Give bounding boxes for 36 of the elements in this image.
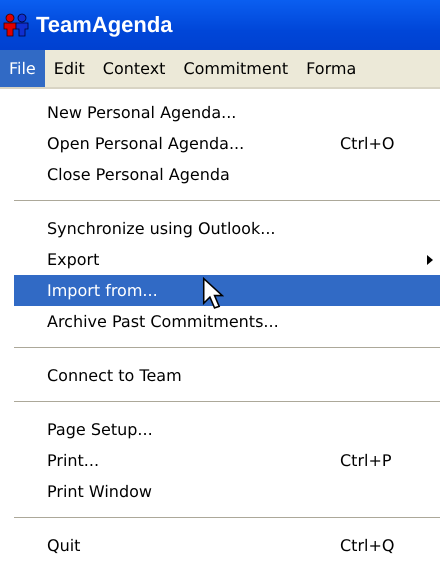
submenu-arrow-icon xyxy=(427,254,433,264)
menu-item[interactable]: Quit Ctrl+Q xyxy=(14,530,440,561)
menu-bar-item[interactable]: Context xyxy=(94,50,174,87)
menu-bar-item[interactable]: Edit xyxy=(44,50,94,87)
shortcut-label: Ctrl+O xyxy=(340,134,394,153)
shortcut-label: Ctrl+P xyxy=(340,451,392,470)
menu-item-label: Archive Past Commitments... xyxy=(47,312,279,331)
menu-item-label: New Personal Agenda... xyxy=(47,103,236,122)
menu-bar-item[interactable]: Commitment xyxy=(174,50,298,87)
menu-item[interactable]: Close Personal Agenda xyxy=(14,159,440,190)
shortcut-label: Ctrl+Q xyxy=(340,536,394,555)
menu-item[interactable]: Export xyxy=(14,244,440,275)
menu-item-label: Print Window xyxy=(47,482,152,501)
menu-item[interactable]: Page Setup... xyxy=(14,414,440,445)
menu-item-label: Page Setup... xyxy=(47,420,153,439)
menu-item-label: Close Personal Agenda xyxy=(47,165,230,184)
menu-item[interactable]: Import from... xyxy=(14,275,440,306)
menu-item[interactable]: Connect to Team xyxy=(14,360,440,391)
menu-item[interactable]: Print Window xyxy=(14,476,440,507)
menu-bar-item[interactable]: Forma xyxy=(297,50,366,87)
menu-item-label: Quit xyxy=(47,536,80,555)
menu-item-label: Export xyxy=(47,250,100,269)
menu-item-label: Import from... xyxy=(47,281,158,300)
people-icon xyxy=(2,13,30,37)
mouse-pointer-icon xyxy=(202,277,224,311)
menu-item[interactable]: Synchronize using Outlook... xyxy=(14,213,440,244)
menu-item-label: Synchronize using Outlook... xyxy=(47,219,276,238)
menu-bar-item[interactable]: File xyxy=(0,50,45,87)
menu-item[interactable]: Print... Ctrl+P xyxy=(14,445,440,476)
menu-item-label: Open Personal Agenda... xyxy=(47,134,244,153)
menu-item-label: Print... xyxy=(47,451,100,470)
menu-item[interactable]: Open Personal Agenda... Ctrl+O xyxy=(14,128,440,159)
window-title: TeamAgenda xyxy=(36,12,173,38)
menu-item[interactable]: Archive Past Commitments... xyxy=(14,306,440,337)
menu-item-label: Connect to Team xyxy=(47,366,182,385)
menu-item[interactable]: New Personal Agenda... xyxy=(14,97,440,128)
